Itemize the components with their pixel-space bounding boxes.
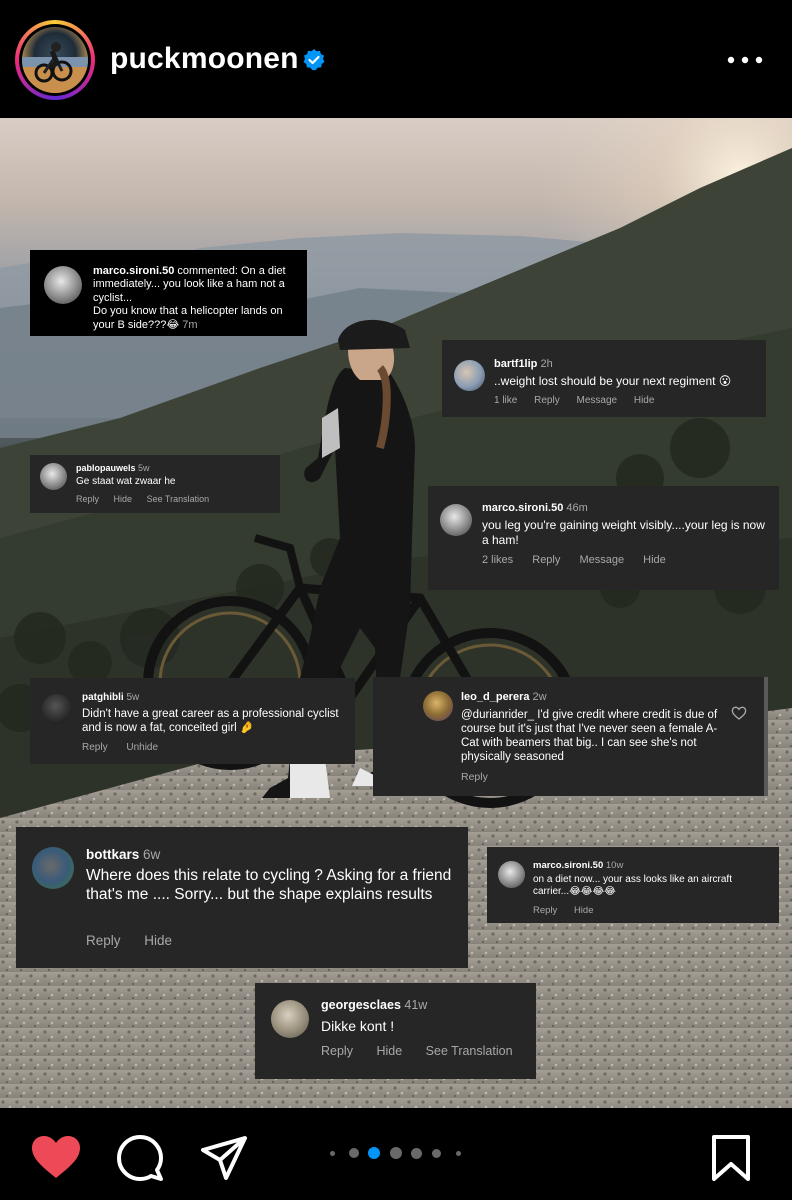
comment-text: @durianrider_ I'd give credit where cred… <box>461 709 718 764</box>
comment-icon[interactable] <box>116 1134 164 1182</box>
comment-username[interactable]: marco.sironi.50 <box>533 860 603 871</box>
comment-username[interactable]: pablopauwels <box>76 463 136 473</box>
comment-text: Ge staat wat zwaar he <box>76 476 176 487</box>
more-options-icon[interactable] <box>725 50 765 70</box>
comment-box-7[interactable]: bottkars 6w Where does this relate to cy… <box>16 827 468 968</box>
comment-username[interactable]: bottkars <box>86 847 139 862</box>
comment-username[interactable]: patghibli <box>82 692 124 703</box>
comment-box-3[interactable]: pablopauwels 5w Ge staat wat zwaar he Re… <box>30 455 280 513</box>
unhide-button[interactable]: Unhide <box>126 742 158 753</box>
story-ring-avatar[interactable] <box>15 20 95 100</box>
comment-time: 6w <box>143 847 161 862</box>
commenter-avatar[interactable] <box>271 1000 309 1038</box>
heart-icon[interactable] <box>30 1134 82 1180</box>
reply-button[interactable]: Reply <box>76 494 99 504</box>
username[interactable]: puckmoonen <box>110 42 299 76</box>
carousel-dot-active <box>368 1147 380 1159</box>
comment-box-2[interactable]: bartf1lip 2h ..weight lost should be you… <box>442 340 766 417</box>
message-button[interactable]: Message <box>579 554 624 566</box>
carousel-dot <box>411 1148 422 1159</box>
comment-time: 7m <box>182 318 198 331</box>
carousel-dot <box>432 1149 441 1158</box>
share-icon[interactable] <box>200 1134 248 1182</box>
comment-time: 5w <box>126 692 140 703</box>
commenter-avatar[interactable] <box>42 694 72 724</box>
comment-time: 46m <box>566 502 588 514</box>
like-comment-icon[interactable] <box>731 705 747 721</box>
hide-button[interactable]: Hide <box>574 905 594 916</box>
reply-button[interactable]: Reply <box>533 905 557 916</box>
post-action-bar <box>0 1108 792 1200</box>
comment-box-9[interactable]: georgesclaes 41w Dikke kont ! Reply Hide… <box>255 983 536 1079</box>
like-count[interactable]: 1 like <box>494 395 517 406</box>
scrollbar[interactable] <box>764 677 768 796</box>
reply-button[interactable]: Reply <box>321 1044 353 1058</box>
carousel-dot <box>349 1148 359 1158</box>
comment-box-4[interactable]: marco.sironi.50 46m you leg you're gaini… <box>428 486 779 590</box>
commenter-avatar[interactable] <box>454 360 485 391</box>
comment-text: Where does this relate to cycling ? Aski… <box>86 867 452 903</box>
see-translation-button[interactable]: See Translation <box>426 1044 513 1058</box>
comment-text: on a diet now... your ass looks like an … <box>533 874 732 898</box>
commenter-avatar[interactable] <box>32 847 74 889</box>
commenter-avatar[interactable] <box>423 691 453 721</box>
comment-text: ..weight lost should be your next regime… <box>494 374 732 388</box>
comment-box-5[interactable]: patghibli 5w Didn't have a great career … <box>30 678 355 764</box>
hide-button[interactable]: Hide <box>643 554 666 566</box>
like-count[interactable]: 2 likes <box>482 554 513 566</box>
comment-username[interactable]: marco.sironi.50 <box>482 502 563 514</box>
comment-box-1[interactable]: marco.sironi.50 commented: On a diet imm… <box>30 250 307 336</box>
avatar <box>22 27 88 93</box>
carousel-dot <box>456 1151 461 1156</box>
reply-button[interactable]: Reply <box>461 771 488 783</box>
hide-button[interactable]: Hide <box>114 494 133 504</box>
commenter-avatar[interactable] <box>440 504 472 536</box>
comment-username[interactable]: marco.sironi.50 <box>93 265 174 277</box>
commenter-avatar[interactable] <box>498 861 525 888</box>
comment-box-8[interactable]: marco.sironi.50 10w on a diet now... you… <box>487 847 779 923</box>
hide-button[interactable]: Hide <box>634 395 655 406</box>
message-button[interactable]: Message <box>577 395 618 406</box>
bookmark-icon[interactable] <box>710 1134 752 1182</box>
verified-badge-icon <box>303 49 325 71</box>
carousel-dot <box>390 1147 402 1159</box>
reply-button[interactable]: Reply <box>534 395 560 406</box>
reply-button[interactable]: Reply <box>532 554 560 566</box>
comment-username[interactable]: georgesclaes <box>321 998 401 1012</box>
comment-username[interactable]: bartf1lip <box>494 358 537 370</box>
comment-time: 2w <box>532 691 547 703</box>
reply-button[interactable]: Reply <box>86 933 121 948</box>
comment-box-6[interactable]: leo_d_perera 2w @durianrider_ I'd give c… <box>373 677 768 796</box>
commenter-avatar[interactable] <box>40 463 67 490</box>
comment-time: 10w <box>605 860 624 871</box>
comment-time: 41w <box>404 998 428 1012</box>
comment-time: 5w <box>138 463 150 473</box>
see-translation-button[interactable]: See Translation <box>147 494 210 504</box>
carousel-dot <box>330 1151 335 1156</box>
reply-button[interactable]: Reply <box>82 742 108 753</box>
post-header: puckmoonen <box>0 0 792 118</box>
comment-text: Dikke kont ! <box>321 1018 395 1034</box>
hide-button[interactable]: Hide <box>144 933 172 948</box>
comment-username[interactable]: leo_d_perera <box>461 691 529 703</box>
hide-button[interactable]: Hide <box>376 1044 402 1058</box>
commenter-avatar[interactable] <box>44 266 82 304</box>
comment-text: you leg you're gaining weight visibly...… <box>482 518 765 547</box>
comment-text: Didn't have a great career as a professi… <box>82 708 339 735</box>
comment-time: 2h <box>540 358 553 370</box>
